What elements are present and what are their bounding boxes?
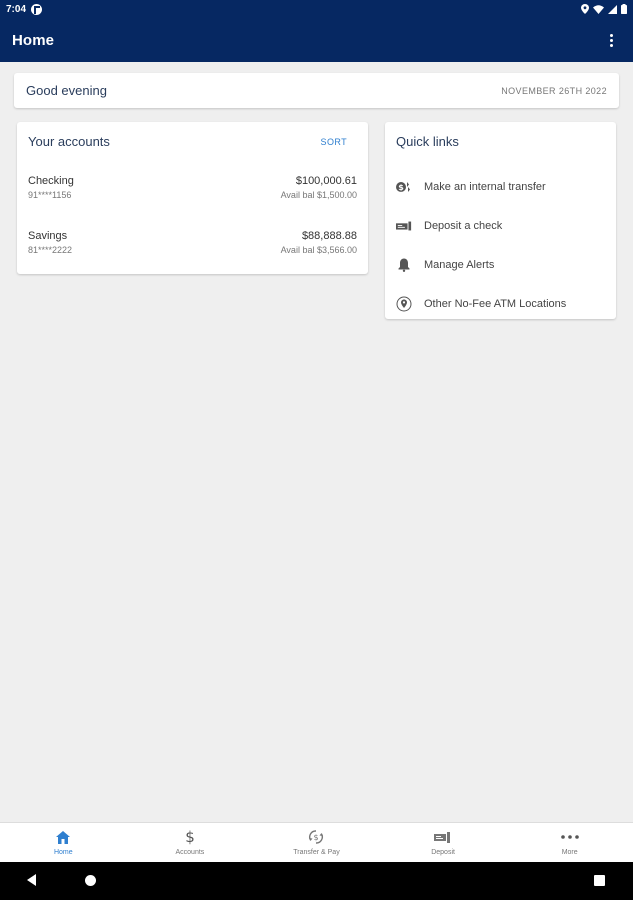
account-balance: $100,000.61 [295,175,357,187]
nav-deposit[interactable]: Deposit [380,823,507,862]
transfer-pay-icon: $ [308,829,324,845]
wifi-status-icon [593,4,604,14]
sort-button[interactable]: SORT [321,137,347,147]
quick-link-manage-alerts[interactable]: Manage Alerts [396,245,605,284]
svg-text:$: $ [398,183,404,192]
check-deposit-icon [396,218,412,234]
quick-links-list: $ Make an internal transfer Deposit a ch… [396,167,605,323]
dollar-icon: $ [185,829,195,845]
nav-label: Transfer & Pay [293,849,340,856]
greeting-text: Good evening [26,83,107,98]
quick-links-header: Quick links [396,134,605,149]
nav-home[interactable]: Home [0,823,127,862]
back-icon[interactable] [27,874,36,886]
account-name: Checking [28,175,74,187]
account-number: 91****1156 [28,190,72,200]
location-pin-icon [396,296,412,312]
app-notification-icon [31,3,43,15]
overflow-menu-button[interactable] [601,25,621,55]
bottom-nav: Home $ Accounts $ Transfer & Pay Deposit… [0,822,633,862]
account-available-balance: Avail bal $1,500.00 [280,190,357,200]
quick-link-label: Make an internal transfer [424,180,546,193]
quick-link-atm-locations[interactable]: Other No-Fee ATM Locations [396,284,605,323]
accounts-title: Your accounts [28,134,110,149]
svg-text:$: $ [314,833,319,842]
account-name: Savings [28,230,68,242]
bell-icon [396,257,412,273]
svg-text:$: $ [185,829,195,845]
recents-icon[interactable] [594,875,605,886]
nav-label: Home [53,849,73,856]
accounts-card: Your accounts SORT Checking 91****1156 $… [17,122,368,274]
system-nav-bar [0,862,633,900]
nav-label: Accounts [175,849,205,856]
more-dots-icon [560,829,579,845]
quick-link-internal-transfer[interactable]: $ Make an internal transfer [396,167,605,206]
page-title: Home [12,31,55,49]
quick-link-label: Deposit a check [424,219,503,232]
account-row-checking[interactable]: Checking 91****1156 $100,000.61 Avail ba… [28,175,357,200]
deposit-icon [434,829,452,845]
account-available-balance: Avail bal $3,566.00 [280,245,357,255]
transfer-icon: $ [396,179,412,195]
quick-link-label: Manage Alerts [424,258,495,271]
account-row-savings[interactable]: Savings 81****2222 $88,888.88 Avail bal … [28,230,357,255]
location-status-icon [581,4,589,14]
quick-link-deposit-check[interactable]: Deposit a check [396,206,605,245]
account-balance: $88,888.88 [301,230,357,242]
app-bar: Home [0,18,633,62]
nav-more[interactable]: More [506,823,633,862]
signal-status-icon [608,4,617,14]
home-circle-icon[interactable] [85,875,96,886]
nav-label: Deposit [431,849,455,856]
nav-accounts[interactable]: $ Accounts [127,823,254,862]
battery-status-icon [621,4,627,14]
quick-links-title: Quick links [396,134,459,149]
status-time: 7:04 [6,3,27,15]
home-icon [56,829,71,845]
greeting-card: Good evening NOVEMBER 26TH 2022 [14,73,619,108]
more-vert-icon [609,33,613,47]
account-number: 81****2222 [28,245,73,255]
date-text: NOVEMBER 26TH 2022 [501,85,607,96]
nav-label: More [561,849,578,856]
quick-links-card: Quick links $ Make an internal transfer … [385,122,616,319]
accounts-header: Your accounts SORT [28,134,357,149]
nav-transfer-pay[interactable]: $ Transfer & Pay [253,823,380,862]
quick-link-label: Other No-Fee ATM Locations [424,297,567,310]
status-icons [581,4,627,14]
status-bar: 7:04 [0,0,633,18]
